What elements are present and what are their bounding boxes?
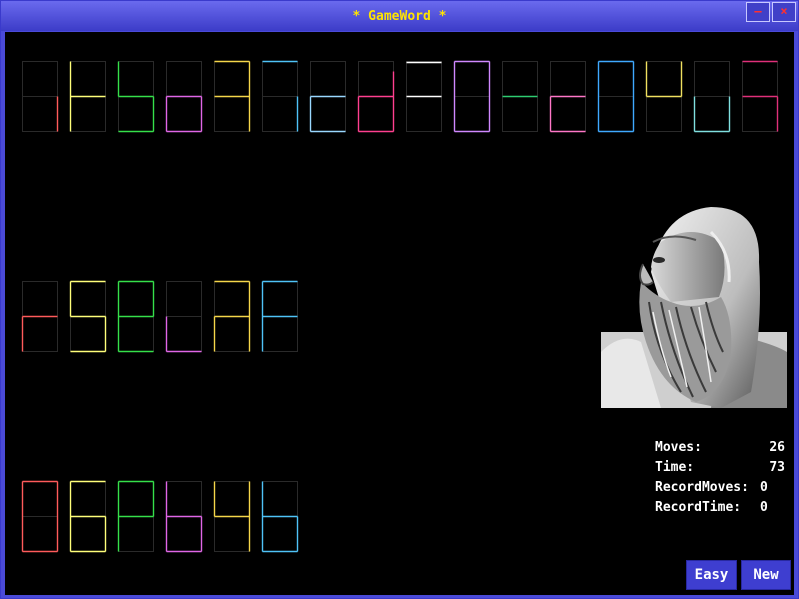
title-bar[interactable]: * GameWord * – × <box>1 1 798 31</box>
stats-panel: Moves: 26 Time: 73 RecordMoves: 0 Record… <box>655 440 785 520</box>
letter-tile[interactable] <box>69 280 107 353</box>
letter-tile[interactable] <box>406 61 442 132</box>
letter-tile[interactable] <box>213 280 251 352</box>
time-stat: Time: 73 <box>655 460 785 480</box>
record-moves-label: RecordMoves: <box>655 480 749 495</box>
letter-tile[interactable] <box>262 60 299 132</box>
game-window: * GameWord * – × Moves: 26 Time: 73 Reco… <box>0 0 799 599</box>
letter-tile[interactable] <box>21 480 59 553</box>
letter-tile[interactable] <box>165 61 203 133</box>
source-letters-row <box>22 60 779 133</box>
letter-tile[interactable] <box>21 281 58 352</box>
letter-tile[interactable] <box>117 480 155 552</box>
letter-tile[interactable] <box>261 481 299 553</box>
letter-tile[interactable] <box>309 61 346 133</box>
letter-tile[interactable] <box>261 280 298 352</box>
letter-tile[interactable] <box>22 61 59 132</box>
current-word-row <box>21 280 298 353</box>
letter-tile[interactable] <box>69 480 107 553</box>
letter-tile[interactable] <box>453 60 491 133</box>
window-title: * GameWord * <box>352 9 447 24</box>
portrait-image <box>601 202 787 408</box>
bearded-scholar-portrait-icon <box>601 207 787 408</box>
letter-tile[interactable] <box>117 61 155 133</box>
letter-tile[interactable] <box>165 281 202 353</box>
letter-tile[interactable] <box>117 280 155 353</box>
moves-label: Moves: <box>655 440 702 455</box>
record-time-value: 0 <box>760 500 768 515</box>
record-moves-stat: RecordMoves: 0 <box>655 480 785 500</box>
letter-tile[interactable] <box>549 61 586 133</box>
letter-tile[interactable] <box>357 61 395 133</box>
letter-tile[interactable] <box>742 60 779 132</box>
moves-stat: Moves: 26 <box>655 440 785 460</box>
letter-tile[interactable] <box>165 481 203 553</box>
record-time-stat: RecordTime: 0 <box>655 500 785 520</box>
letter-tile[interactable] <box>645 61 683 132</box>
new-button[interactable]: New <box>741 560 791 590</box>
record-time-label: RecordTime: <box>655 500 742 515</box>
letter-tile[interactable] <box>597 60 635 133</box>
letter-tile[interactable] <box>214 60 251 132</box>
letter-tile[interactable] <box>69 61 106 132</box>
letter-tile[interactable] <box>693 61 731 133</box>
record-moves-value: 0 <box>760 480 768 495</box>
letter-tile[interactable] <box>213 481 251 552</box>
easy-button[interactable]: Easy <box>686 560 737 590</box>
time-label: Time: <box>655 460 695 475</box>
game-board-area: Moves: 26 Time: 73 RecordMoves: 0 Record… <box>5 32 794 595</box>
minimize-button[interactable]: – <box>746 2 770 22</box>
moves-value: 26 <box>769 440 785 455</box>
letter-tile[interactable] <box>502 61 538 132</box>
target-word-row <box>21 480 299 553</box>
time-value: 73 <box>769 460 785 475</box>
close-button[interactable]: × <box>772 2 796 22</box>
